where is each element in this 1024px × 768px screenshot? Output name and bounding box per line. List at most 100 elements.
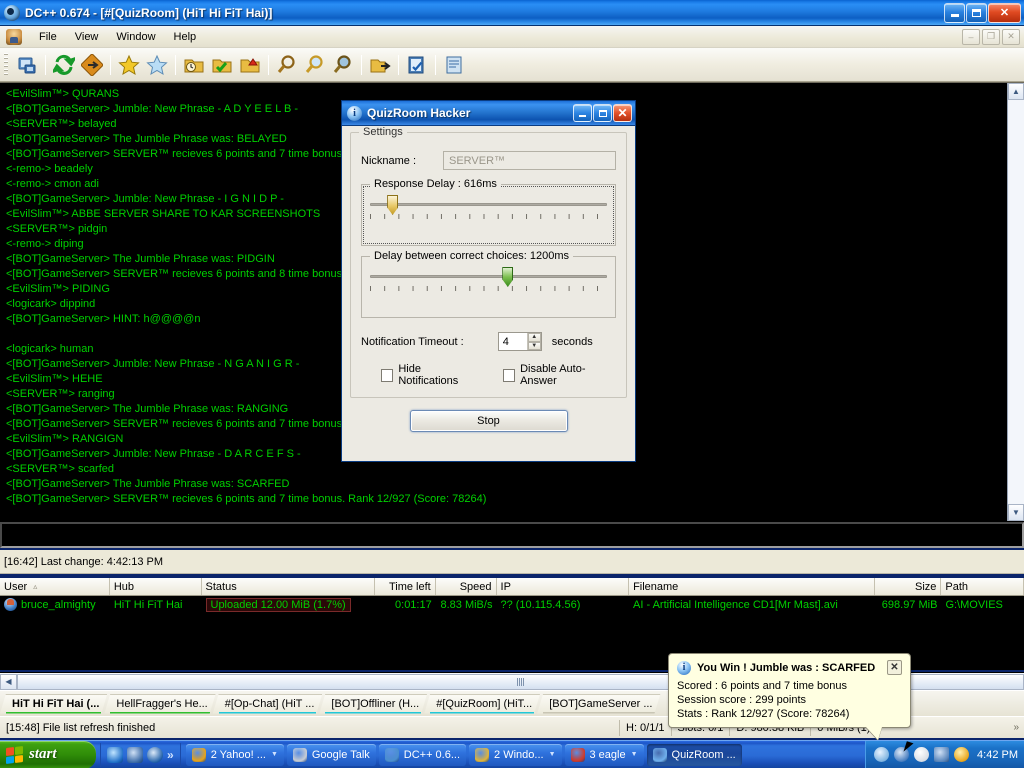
column-header[interactable]: User ▵	[0, 578, 110, 595]
notepad-icon[interactable]	[440, 51, 468, 79]
column-header[interactable]: Path	[941, 578, 1024, 595]
cell-user: bruce_almighty	[0, 598, 110, 611]
column-header[interactable]: Filename	[629, 578, 876, 595]
mdi-tab[interactable]: HellFragger's He...	[104, 694, 215, 714]
window-close-button[interactable]: ✕	[988, 2, 1021, 23]
toolbar-separator	[268, 54, 269, 75]
stepper-up-icon[interactable]: ▲	[527, 333, 541, 342]
mdi-minimize-button[interactable]: –	[962, 28, 980, 45]
menu-window[interactable]: Window	[107, 28, 164, 46]
choice-delay-label: Delay between correct choices: 1200ms	[370, 250, 574, 262]
chat-vertical-scrollbar[interactable]: ▲ ▼	[1007, 83, 1024, 521]
notification-timeout-stepper[interactable]: 4 ▲ ▼	[497, 332, 542, 351]
show-hidden-icons-icon[interactable]	[874, 747, 890, 762]
stop-button[interactable]: Stop	[409, 410, 568, 432]
hide-notifications-checkbox[interactable]: Hide Notifications	[381, 363, 479, 387]
response-delay-slider[interactable]	[370, 195, 607, 215]
messenger-icon[interactable]	[914, 747, 930, 762]
search-spy-icon[interactable]	[329, 51, 357, 79]
taskbar-task[interactable]: 2 Windo... ▼	[469, 743, 562, 766]
table-row[interactable]: bruce_almighty HiT Hi FiT Hai Uploaded 12.…	[0, 596, 1024, 613]
column-header-label: Hub	[113, 580, 135, 593]
column-header[interactable]: IP	[497, 578, 630, 595]
mdi-tab-accent	[219, 712, 317, 714]
toolbar-separator	[435, 54, 436, 75]
recent-hubs-icon[interactable]	[180, 51, 208, 79]
menu-help[interactable]: Help	[165, 28, 206, 46]
chevron-down-icon[interactable]: ▼	[626, 751, 638, 758]
connect-icon[interactable]	[13, 51, 41, 79]
choice-delay-slider[interactable]	[370, 267, 607, 287]
column-header[interactable]: Size	[875, 578, 942, 595]
adl-search-icon[interactable]	[301, 51, 329, 79]
taskbar-task[interactable]: DC++ 0.6...	[378, 743, 467, 766]
favorite-hubs-icon[interactable]	[115, 51, 143, 79]
column-header[interactable]: Time left	[375, 578, 436, 595]
hscroll-left-icon[interactable]: ◀	[0, 673, 17, 690]
choice-delay-ticks	[370, 286, 607, 293]
follow-redirect-icon[interactable]	[78, 51, 106, 79]
menu-file[interactable]: File	[30, 28, 66, 46]
finished-uploads-icon[interactable]	[236, 51, 264, 79]
cell-hub: HiT Hi FiT Hai	[113, 598, 183, 611]
reconnect-icon[interactable]	[50, 51, 78, 79]
mdi-close-button[interactable]: ✕	[1002, 28, 1020, 45]
chevron-down-icon[interactable]: ▼	[266, 751, 278, 758]
nickname-input[interactable]: SERVER™	[443, 151, 616, 170]
message-input[interactable]	[0, 522, 1024, 548]
choice-delay-thumb[interactable]	[502, 267, 514, 287]
mdi-tab[interactable]: #[QuizRoom] (HiT...	[424, 694, 540, 714]
search-icon[interactable]	[273, 51, 301, 79]
queue-icon[interactable]	[208, 51, 236, 79]
taskbar-clock[interactable]: 4:42 PM	[977, 749, 1018, 761]
column-header[interactable]: Status	[202, 578, 375, 595]
quick-launch-more-icon[interactable]: »	[167, 748, 174, 762]
taskbar-task-label: Google Talk	[311, 748, 370, 761]
scroll-track[interactable]	[1008, 100, 1024, 504]
taskbar-task[interactable]: 3 eagle ▼	[564, 743, 644, 766]
mdi-tab[interactable]: HiT Hi FiT Hai (...	[0, 694, 107, 714]
mdi-tab[interactable]: #[Op-Chat] (HiT ...	[213, 694, 323, 714]
taskbar-task[interactable]: 2 Yahoo! ... ▼	[185, 743, 284, 766]
toolbar-grip[interactable]	[4, 52, 8, 77]
column-header[interactable]: Speed	[436, 578, 497, 595]
start-button[interactable]: start	[0, 740, 96, 768]
favorite-users-icon[interactable]	[143, 51, 171, 79]
network-icon[interactable]	[934, 747, 950, 762]
chevron-down-icon[interactable]: ▼	[544, 751, 556, 758]
column-header[interactable]: Hub	[110, 578, 202, 595]
mdi-tab-label: #[Op-Chat] (HiT ...	[224, 698, 315, 710]
balloon-close-button[interactable]: ✕	[887, 660, 902, 675]
nickname-label: Nickname :	[361, 154, 417, 167]
response-delay-thumb[interactable]	[387, 195, 399, 215]
stepper-arrows[interactable]: ▲ ▼	[526, 333, 541, 350]
scroll-up-icon[interactable]: ▲	[1008, 83, 1024, 100]
transfer-list-header[interactable]: User ▵ Hub Status Time left Speed IP Filename Si…	[0, 578, 1024, 596]
taskbar-task[interactable]: QuizRoom ...	[646, 743, 742, 766]
window-maximize-button[interactable]	[966, 2, 987, 23]
mdi-tab[interactable]: [BOT]GameServer ...	[537, 694, 660, 714]
status-overflow-icon[interactable]: »	[1008, 722, 1024, 733]
browser-icon[interactable]	[127, 746, 143, 763]
status-badge: Uploaded 12.00 MiB (1.7%)	[205, 597, 351, 612]
window-minimize-button[interactable]	[944, 2, 965, 23]
response-delay-ticks	[370, 214, 607, 221]
mdi-tab[interactable]: [BOT]Offliner (H...	[319, 694, 427, 714]
taskbar-task[interactable]: Google Talk	[286, 743, 376, 766]
disable-auto-answer-checkbox[interactable]: Disable Auto-Answer	[502, 363, 616, 387]
disable-auto-answer-box[interactable]	[502, 368, 516, 382]
menu-view[interactable]: View	[66, 28, 108, 46]
dialog-minimize-button[interactable]	[573, 104, 592, 122]
dialog-close-button[interactable]: ✕	[613, 104, 632, 122]
internet-explorer-icon[interactable]	[107, 746, 123, 763]
stepper-down-icon[interactable]: ▼	[527, 341, 541, 350]
media-player-icon[interactable]	[147, 746, 163, 763]
open-file-list-icon[interactable]	[366, 51, 394, 79]
dialog-maximize-button[interactable]	[593, 104, 612, 122]
scroll-down-icon[interactable]: ▼	[1008, 504, 1024, 521]
taskbar-task-icon	[292, 747, 307, 762]
hide-notifications-box[interactable]	[381, 368, 394, 382]
mdi-restore-button[interactable]: ❐	[982, 28, 1000, 45]
settings-icon[interactable]	[403, 51, 431, 79]
yahoo-messenger-icon[interactable]	[954, 747, 970, 762]
